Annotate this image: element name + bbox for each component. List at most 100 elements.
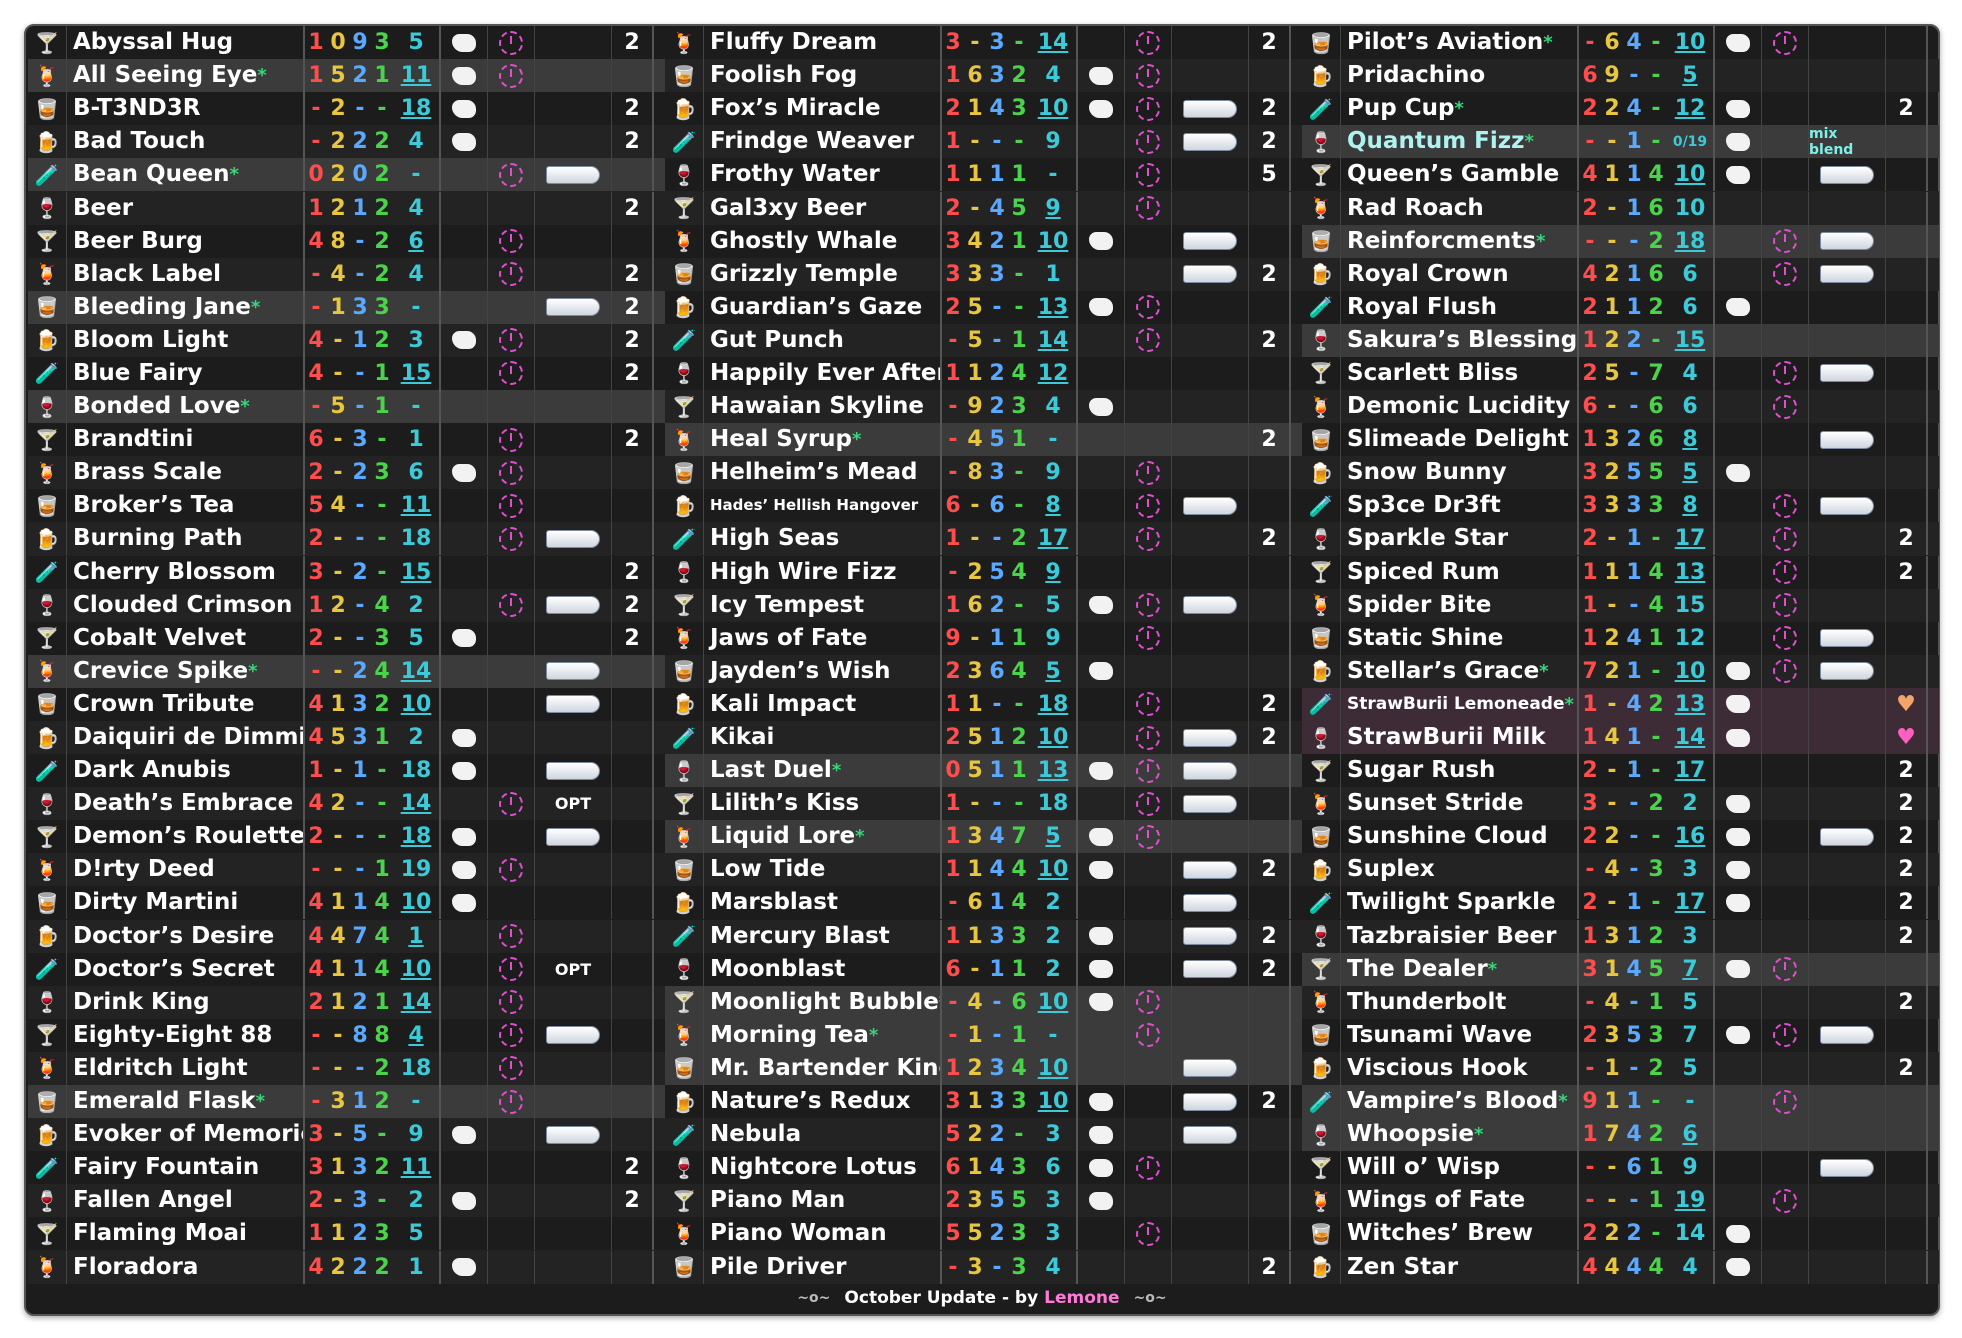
- table-row[interactable]: 🧪 Dark Anubis 1-1-18: [28, 754, 665, 788]
- table-row[interactable]: 🧪 StrawBurii Lemoneade* 1-4 2 13 ♥: [1302, 687, 1939, 721]
- table-row[interactable]: 🍷 Last Duel* 0 5 1 1 13: [665, 754, 1302, 788]
- table-row[interactable]: 🧪 Blue Fairy 4- -1 15 2: [28, 356, 665, 390]
- table-row[interactable]: 🥃 Slimeade Delight 1 3 2 6 8: [1302, 423, 1939, 457]
- table-row[interactable]: 🧪 Twilight Sparkle 2-1-17 2: [1302, 886, 1939, 920]
- table-row[interactable]: 🍺 Hades’ Hellish Hangover 6-6-8: [665, 489, 1302, 523]
- table-row[interactable]: 🧪 Kikai 2 5 1 2 10 2: [665, 720, 1302, 755]
- table-row[interactable]: 🍹 Black Label -4-2 4 2: [28, 257, 665, 291]
- table-row[interactable]: 🍸 Demon’s Roulette 2- - -18: [28, 820, 665, 854]
- table-row[interactable]: 🥃 Foolish Fog 1 6 3 2 4: [665, 59, 1302, 93]
- table-row[interactable]: 🧪 Gut Punch -5-1 14 2: [665, 323, 1302, 357]
- table-row[interactable]: 🍺 Zen Star 4 4 4 4 4: [1302, 1250, 1939, 1284]
- table-row[interactable]: 🥃 Dirty Martini 4 1 1 4 10: [28, 886, 665, 920]
- table-row[interactable]: 🧪 Fairy Fountain 3 1 3 2 11 2: [28, 1151, 665, 1185]
- table-row[interactable]: 🍷 Beer 1 2 1 2 4 2: [28, 191, 665, 225]
- table-row[interactable]: 🥃 Reinforcments* - - -2 18: [1302, 224, 1939, 258]
- table-row[interactable]: 🥃 Pilot’s Aviation* -6 4-10: [1302, 26, 1939, 60]
- table-row[interactable]: 🥃 Sunshine Cloud 2 2- -16 2: [1302, 820, 1939, 854]
- table-row[interactable]: 🍸 Scarlett Bliss 2 5-7 4: [1302, 356, 1939, 390]
- table-row[interactable]: 🍹 Thunderbolt -4-1 5 2: [1302, 985, 1939, 1019]
- table-row[interactable]: 🥃 Broker’s Tea 5 4- -11: [28, 489, 665, 523]
- table-row[interactable]: 🥃 Helheim’s Mead -8 3-9: [665, 456, 1302, 490]
- table-row[interactable]: 🍺 Snow Bunny 3 2 5 5 5: [1302, 456, 1939, 490]
- table-row[interactable]: 🍸 Beer Burg 4 8-2 6: [28, 224, 665, 258]
- table-row[interactable]: 🥃 Low Tide 1 1 4 4 10 2: [665, 853, 1302, 887]
- table-row[interactable]: 🍷Sakura’s Blessing*122-15: [1302, 323, 1939, 357]
- table-row[interactable]: 🍺 Guardian’s Gaze 2 5- -13: [665, 290, 1302, 324]
- table-row[interactable]: 🍸 Gal3xy Beer 2-4 5 9: [665, 191, 1302, 225]
- table-row[interactable]: 🍺 Stellar’s Grace* 7 2 1-10: [1302, 654, 1939, 688]
- table-row[interactable]: 🍺 Marsblast -6 1 4 2: [665, 886, 1302, 920]
- table-row[interactable]: 🍹 Brass Scale 2-2 3 6: [28, 456, 665, 490]
- table-row[interactable]: 🍷 Tazbraisier Beer 1 3 1 2 3 2: [1302, 919, 1939, 953]
- table-row[interactable]: 🍺 Burning Path 2- - -18: [28, 522, 665, 556]
- table-row[interactable]: 🍸 The Dealer* 3 1 4 5 7: [1302, 952, 1939, 986]
- table-row[interactable]: 🍺Daiquiri de Dimmitri45312: [28, 720, 665, 755]
- table-row[interactable]: 🍷 Nightcore Lotus 6 1 4 3 6: [665, 1151, 1302, 1185]
- table-row[interactable]: 🍷 Quantum Fizz* - -1-0/19 mix blend: [1302, 125, 1939, 159]
- table-row[interactable]: 🍸 Queen’s Gamble 4 1 1 4 10: [1302, 158, 1939, 192]
- table-row[interactable]: 🍹 Piano Woman 5 5 2 3 3: [665, 1217, 1302, 1251]
- table-row[interactable]: 🍸 Hawaian Skyline -9 2 3 4: [665, 390, 1302, 424]
- table-row[interactable]: 🧪 Doctor’s Secret 4 1 1 4 10 OPT: [28, 952, 665, 986]
- table-row[interactable]: 🍹 All Seeing Eye* 1 5 2 1 11: [28, 59, 665, 93]
- table-row[interactable]: 🍸 Piano Man 2 3 5 5 3: [665, 1184, 1302, 1218]
- table-row[interactable]: 🍸 Spiced Rum 1 1 1 4 13 2: [1302, 555, 1939, 589]
- table-row[interactable]: 🍷 Fallen Angel 2-3-2 2: [28, 1184, 665, 1218]
- table-row[interactable]: 🍸 Flaming Moai 1 1 2 3 5: [28, 1217, 665, 1251]
- table-row[interactable]: 🥃 Bleeding Jane* -1 3 3-2: [28, 290, 665, 324]
- table-row[interactable]: 🥃 Witches’ Brew 2 2 2-14: [1302, 1217, 1939, 1251]
- table-row[interactable]: 🧪 Pup Cup* 2 2 4-12 2: [1302, 92, 1939, 126]
- table-row[interactable]: 🍷 Happily Ever After 1 1 2 4 12: [665, 356, 1302, 390]
- table-row[interactable]: 🥃 Static Shine 1 2 4 1 12: [1302, 621, 1939, 655]
- table-row[interactable]: 🥃 Jayden’s Wish 2 3 6 4 5: [665, 654, 1302, 688]
- table-row[interactable]: 🍷 Drink King 2 1 2 1 14: [28, 985, 665, 1019]
- table-row[interactable]: 🍹 Wings of Fate - - -1 19: [1302, 1184, 1939, 1218]
- table-row[interactable]: 🍹 Fluffy Dream 3-3-14 2: [665, 26, 1302, 60]
- table-row[interactable]: 🍹 Floradora 4 2 2 2 1: [28, 1250, 665, 1284]
- table-row[interactable]: 🍺 Bloom Light 4-1 2 3 2: [28, 323, 665, 357]
- table-row[interactable]: 🍺 Suplex -4-3 3 2: [1302, 853, 1939, 887]
- table-row[interactable]: 🍷 Frothy Water 1 1 1 1-5: [665, 158, 1302, 192]
- table-row[interactable]: 🍷 Sparkle Star 2-1-17 2: [1302, 522, 1939, 556]
- table-row[interactable]: 🧪 Frindge Weaver 1- - -9 2: [665, 125, 1302, 159]
- table-row[interactable]: 🍸 Will o’ Wisp - -6 1 9: [1302, 1151, 1939, 1185]
- table-row[interactable]: 🍸 Abyssal Hug 1 0 9 3 5 2: [28, 26, 665, 60]
- table-row[interactable]: 🧪 Mercury Blast 1 1 3 3 2 2: [665, 919, 1302, 953]
- table-row[interactable]: 🍸 Brandtini 6-3-1 2: [28, 423, 665, 457]
- table-row[interactable]: 🥃 Crown Tribute 4 1 3 2 10: [28, 687, 665, 721]
- table-row[interactable]: 🍺 Evoker of Memories 3-5-9: [28, 1118, 665, 1152]
- table-row[interactable]: 🍸Moonlight Bubble*-4-610: [665, 985, 1302, 1019]
- table-row[interactable]: 🍷 Clouded Crimson 1 2-4 2 2: [28, 588, 665, 622]
- table-row[interactable]: 🧪 Vampire’s Blood* 9 1 1- -: [1302, 1085, 1939, 1119]
- table-row[interactable]: 🍺 Doctor’s Desire 4 4 7 4 1: [28, 919, 665, 953]
- table-row[interactable]: 🍷 Death’s Embrace 4 2- -14 OPT: [28, 787, 665, 821]
- table-row[interactable]: 🍹 Eldritch Light - - -2 18: [28, 1051, 665, 1085]
- table-row[interactable]: 🍸 Lilith’s Kiss 1- - -18: [665, 787, 1302, 821]
- table-row[interactable]: 🍷 Whoopsie* 1 7 4 2 6: [1302, 1118, 1939, 1152]
- table-row[interactable]: 🧪 High Seas 1- -2 17 2: [665, 522, 1302, 556]
- table-row[interactable]: 🥃 Emerald Flask* -3 1 2-: [28, 1085, 665, 1119]
- table-row[interactable]: 🍹 Morning Tea* -1-1-: [665, 1018, 1302, 1052]
- table-row[interactable]: 🍺 Fox’s Miracle 2 1 4 3 10 2: [665, 92, 1302, 126]
- table-row[interactable]: 🍹 Ghostly Whale 3 4 2 1 10: [665, 224, 1302, 258]
- table-row[interactable]: 🍹 Liquid Lore* 1 3 4 7 5: [665, 820, 1302, 854]
- table-row[interactable]: 🥃 B-T3ND3R -2- -18 2: [28, 92, 665, 126]
- table-row[interactable]: 🍹 Rad Roach 2-1 6 10: [1302, 191, 1939, 225]
- table-row[interactable]: 🥃 Pile Driver -3-3 4 2: [665, 1250, 1302, 1284]
- table-row[interactable]: 🍷 High Wire Fizz -2 5 4 9: [665, 555, 1302, 589]
- table-row[interactable]: 🧪 Nebula 5 2 2-3: [665, 1118, 1302, 1152]
- table-row[interactable]: 🍷 StrawBurii Milk 1 4 1-14 ♥: [1302, 720, 1939, 755]
- table-row[interactable]: 🍹 Crevice Spike* - -2 4 14: [28, 654, 665, 688]
- table-row[interactable]: 🥃 Grizzly Temple 3 3 3-1 2: [665, 257, 1302, 291]
- table-row[interactable]: 🥃Mr. Bartender King*123410: [665, 1051, 1302, 1085]
- table-row[interactable]: 🍹 D!rty Deed - - -1 19: [28, 853, 665, 887]
- table-row[interactable]: 🍺 Nature’s Redux 3 1 3 3 10 2: [665, 1085, 1302, 1119]
- table-row[interactable]: 🥃 Tsunami Wave 2 3 5 3 7: [1302, 1018, 1939, 1052]
- table-row[interactable]: 🍹 Sunset Stride 3- -2 2 2: [1302, 787, 1939, 821]
- table-row[interactable]: 🍹 Demonic Lucidity 6- -6 6: [1302, 390, 1939, 424]
- table-row[interactable]: 🧪 Sp3ce Dr3ft 3 3 3 3 8: [1302, 489, 1939, 523]
- table-row[interactable]: 🧪 Cherry Blossom 3-2-15 2: [28, 555, 665, 589]
- table-row[interactable]: 🍹 Heal Syrup* -4 5 1-2: [665, 423, 1302, 457]
- table-row[interactable]: 🧪 Royal Flush 2 1 1 2 6: [1302, 290, 1939, 324]
